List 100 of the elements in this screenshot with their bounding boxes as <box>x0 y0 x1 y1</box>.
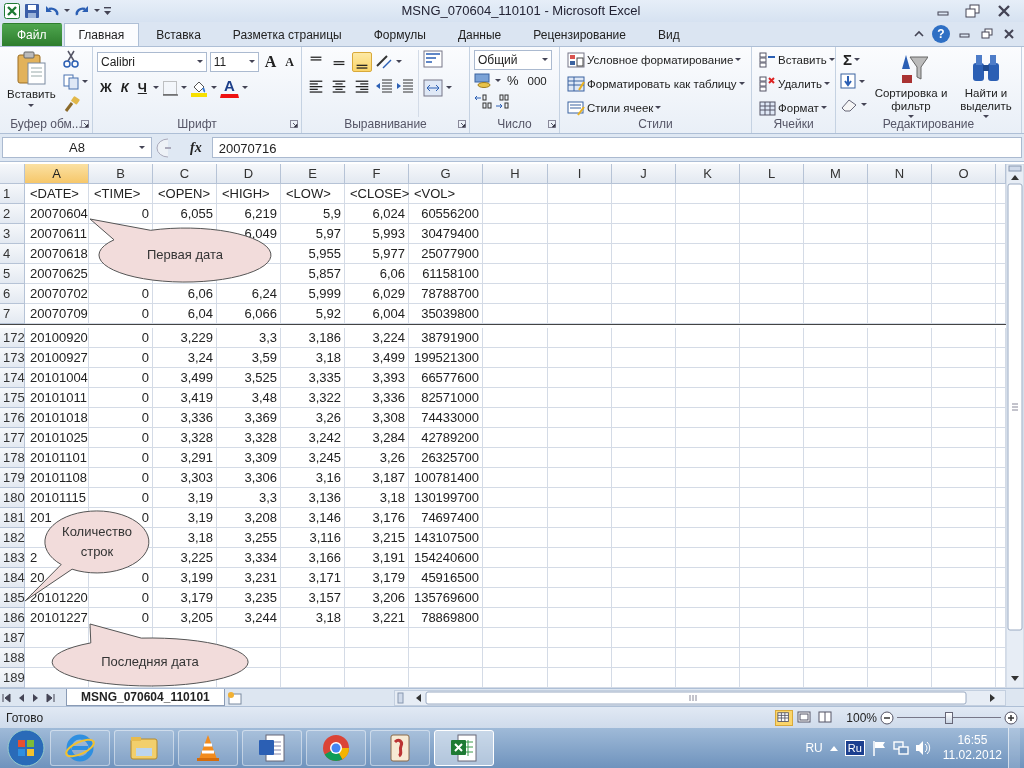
bold-button[interactable]: Ж <box>97 77 115 98</box>
start-button[interactable] <box>6 728 46 768</box>
ribbon-command[interactable]: Форматировать как таблицу <box>564 73 747 94</box>
eraser-icon[interactable] <box>840 97 858 112</box>
restore-icon[interactable] <box>980 27 994 40</box>
horizontal-scrollbar[interactable] <box>394 689 1006 706</box>
row-header[interactable]: 173 <box>0 348 25 369</box>
network-icon[interactable] <box>892 740 909 756</box>
caret-icon[interactable] <box>823 82 830 86</box>
caret-icon[interactable] <box>446 86 452 90</box>
caret-icon[interactable] <box>81 80 88 84</box>
column-header[interactable]: A <box>25 164 89 185</box>
column-header[interactable]: M <box>804 164 868 185</box>
caret-icon[interactable] <box>738 82 745 86</box>
wrap-text-icon[interactable] <box>423 49 443 68</box>
input-method-indicator[interactable]: Ru <box>844 740 865 756</box>
speaker-icon[interactable] <box>914 740 931 756</box>
ribbon-tab[interactable]: Главная <box>63 22 140 46</box>
column-header[interactable]: K <box>676 164 740 185</box>
name-box[interactable]: A8 <box>2 137 152 159</box>
ribbon-tab[interactable]: Вид <box>642 22 695 46</box>
caret-icon[interactable] <box>152 86 159 90</box>
caret-icon[interactable] <box>908 114 914 118</box>
collapse-ribbon-icon[interactable] <box>914 29 924 38</box>
paste-button[interactable]: Вставить <box>4 49 59 117</box>
row-header[interactable]: 4 <box>0 244 25 265</box>
dialog-launcher-icon[interactable] <box>458 119 466 128</box>
column-header[interactable]: F <box>345 164 409 185</box>
caret-icon[interactable] <box>828 58 835 62</box>
formula-input[interactable]: 20070716 <box>211 137 1022 159</box>
ribbon-tab[interactable]: Вставка <box>141 22 216 46</box>
caret-icon[interactable] <box>495 79 501 83</box>
align-bottom-icon[interactable] <box>352 51 372 72</box>
column-header[interactable]: B <box>89 164 153 185</box>
row-header[interactable]: 188 <box>0 648 25 669</box>
column-header[interactable]: L <box>740 164 804 185</box>
column-header[interactable]: G <box>409 164 483 185</box>
column-header[interactable]: H <box>483 164 548 185</box>
underline-button[interactable]: Ч <box>134 77 150 98</box>
row-header[interactable]: 178 <box>0 448 25 469</box>
insert-function-button[interactable]: fx <box>184 137 208 159</box>
ribbon-tab[interactable]: Файл <box>2 22 62 46</box>
row-header[interactable]: 182 <box>0 528 25 549</box>
vertical-scrollbar[interactable] <box>1006 164 1024 689</box>
close-icon[interactable] <box>1002 27 1016 40</box>
caret-icon[interactable] <box>28 103 35 107</box>
row-header[interactable]: 3 <box>0 224 25 245</box>
font-name-field[interactable]: Calibri <box>97 51 207 72</box>
row-header[interactable]: 176 <box>0 408 25 429</box>
dialog-launcher-icon[interactable] <box>290 119 298 128</box>
row-header[interactable]: 181 <box>0 508 25 529</box>
increase-indent-icon[interactable] <box>396 77 414 94</box>
autosum-button[interactable]: Σ <box>840 49 867 70</box>
column-header[interactable]: N <box>868 164 932 185</box>
customize-icon[interactable] <box>104 5 112 16</box>
column-header[interactable]: C <box>153 164 217 185</box>
normal-view-icon[interactable] <box>775 709 794 726</box>
row-header[interactable]: 185 <box>0 588 25 609</box>
caret-icon[interactable] <box>139 146 145 150</box>
zoom-level[interactable]: 100% <box>846 708 877 727</box>
font-size-field[interactable]: 11 <box>209 51 259 72</box>
ribbon-command[interactable]: Вставить <box>756 49 831 70</box>
caret-icon[interactable] <box>248 60 255 64</box>
decrease-indent-icon[interactable] <box>375 77 393 94</box>
row-header[interactable]: 187 <box>0 628 25 649</box>
sheet-tab[interactable]: MSNG_070604_110101 <box>66 689 225 707</box>
caret-icon[interactable] <box>210 86 217 90</box>
ribbon-tab[interactable]: Формулы <box>358 22 441 46</box>
thousands-separator-button[interactable]: 000 <box>524 70 550 91</box>
merge-cells-icon[interactable] <box>423 78 443 97</box>
fill-down-icon[interactable] <box>840 73 856 90</box>
row-header[interactable]: 183 <box>0 548 25 569</box>
caret-icon[interactable] <box>196 60 203 64</box>
caret-icon[interactable] <box>655 106 662 110</box>
row-header[interactable]: 186 <box>0 608 25 629</box>
column-header[interactable]: O <box>932 164 996 185</box>
ribbon-command[interactable]: Формат <box>756 97 831 118</box>
caret-icon[interactable] <box>64 9 70 13</box>
ribbon-command[interactable]: Удалить <box>756 73 831 94</box>
cut-icon[interactable] <box>62 49 79 68</box>
caret-icon[interactable] <box>180 86 187 90</box>
help-button[interactable]: ? <box>932 24 950 43</box>
row-header[interactable]: 7 <box>0 304 25 325</box>
ribbon-tab[interactable]: Рецензирование <box>518 22 641 46</box>
row-header[interactable]: 1 <box>0 184 25 205</box>
shrink-font-button[interactable]: A <box>282 51 297 72</box>
dialog-launcher-icon[interactable] <box>548 119 556 128</box>
zoom-slider-thumb[interactable] <box>945 711 953 724</box>
font-color-button[interactable]: A <box>219 77 239 99</box>
taskbar-button[interactable] <box>370 730 430 766</box>
caret-icon[interactable] <box>396 60 402 64</box>
ribbon-command[interactable]: Условное форматирование <box>564 49 747 70</box>
row-header[interactable]: 180 <box>0 488 25 509</box>
taskbar-button[interactable] <box>242 730 302 766</box>
spreadsheet-logo-icon[interactable] <box>4 2 20 19</box>
sort-filter-button[interactable]: Сортировка и фильтр <box>871 49 951 117</box>
taskbar-button[interactable] <box>434 730 494 766</box>
caret-icon[interactable] <box>542 58 548 62</box>
ribbon-command[interactable]: Стили ячеек <box>564 97 747 118</box>
row-header[interactable]: 5 <box>0 264 25 285</box>
